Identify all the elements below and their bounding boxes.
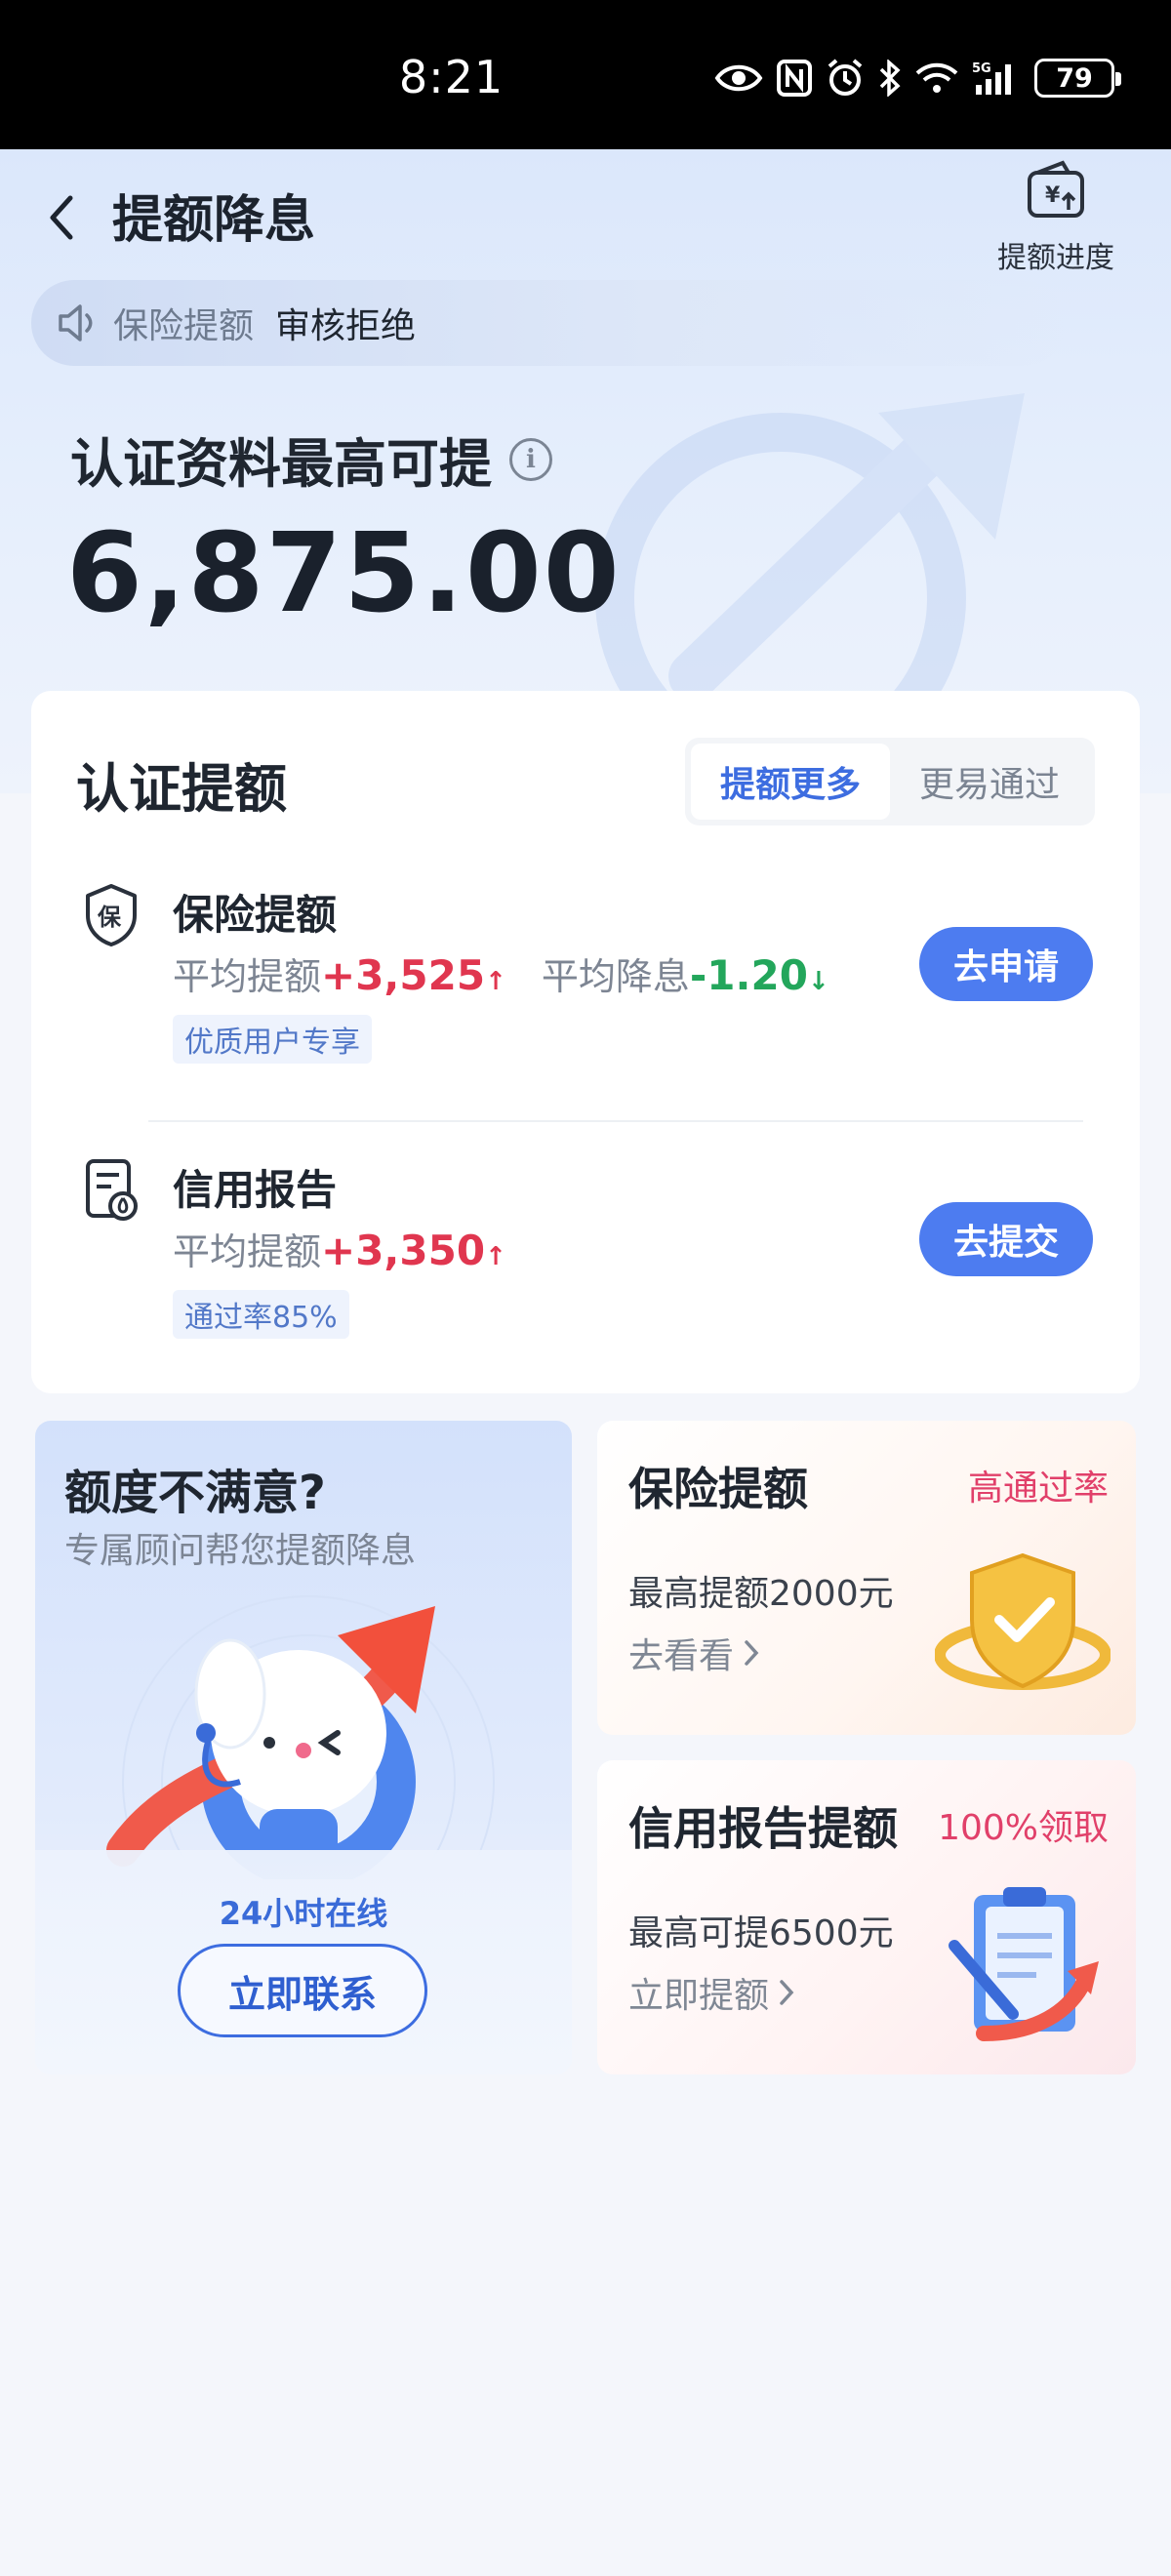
gold-shield-illustration: [935, 1552, 1110, 1690]
tab-more-limit[interactable]: 提额更多: [691, 744, 890, 820]
chevron-right-icon: [745, 1640, 759, 1666]
notice-status: 审核拒绝: [275, 306, 417, 346]
card-title: 保险提额: [628, 1463, 808, 1515]
card-link-text: 立即提额: [628, 1976, 770, 2016]
certify-tab-group: 提额更多 更易通过: [685, 738, 1095, 825]
item-name: 保险提额: [173, 891, 338, 939]
wallet-icon: ¥: [1028, 160, 1084, 218]
arrow-up-icon: ↑: [485, 1242, 506, 1271]
item-tag: 通过率85%: [173, 1290, 349, 1339]
advisor-card[interactable]: 额度不满意? 专属顾问帮您提额降息 24小时在线 立即联系: [35, 1421, 572, 2074]
contact-button[interactable]: 立即联系: [178, 1944, 427, 2037]
speaker-icon: [59, 304, 93, 342]
page-title: 提额降息: [112, 191, 316, 250]
submit-button[interactable]: 去提交: [919, 1202, 1093, 1276]
credit-report-promo-card[interactable]: 信用报告提额 100%领取 最高可提6500元 立即提额: [597, 1760, 1136, 2074]
alarm-icon: [828, 59, 863, 96]
stat1-value: +3,350: [321, 1227, 486, 1274]
status-bar: 8:21 5G 79: [0, 0, 1171, 149]
back-button[interactable]: [47, 188, 86, 247]
card-title: 信用报告提额: [628, 1802, 898, 1855]
card-link[interactable]: 立即提额: [628, 1967, 794, 2018]
eye-icon: [714, 64, 763, 92]
advisor-title: 额度不满意?: [64, 1466, 326, 1520]
back-chevron-icon: [50, 195, 73, 240]
tab-easier-pass[interactable]: 更易通过: [890, 744, 1089, 820]
certify-item-insurance: 保 保险提额 平均提额+3,525↑ 平均降息-1.20↓ 优质用户专享 去申请: [31, 882, 1140, 1077]
chevron-right-icon: [780, 1980, 794, 2005]
arrow-up-icon: ↑: [485, 967, 506, 996]
arrow-down-icon: ↓: [807, 967, 829, 996]
stat1-value: +3,525: [321, 951, 486, 999]
status-icons: 5G 79: [714, 59, 1121, 98]
advisor-subtitle: 专属顾问帮您提额降息: [64, 1531, 417, 1571]
card-badge: 100%领取: [938, 1808, 1109, 1848]
item-tag: 优质用户专享: [173, 1015, 372, 1064]
notice-bar[interactable]: 保险提额 审核拒绝: [31, 280, 1066, 366]
notice-type: 保险提额: [113, 306, 255, 346]
limit-label-text: 认证资料最高可提: [70, 433, 492, 495]
advisor-online-text: 24小时在线: [219, 1895, 388, 1932]
nfc-icon: [777, 60, 812, 97]
battery-indicator: 79: [1034, 59, 1121, 98]
svg-text:¥: ¥: [1045, 183, 1061, 208]
card-link-text: 去看看: [628, 1636, 735, 1676]
progress-label: 提额进度: [997, 241, 1114, 275]
item-name: 信用报告: [173, 1166, 338, 1214]
advisor-mascot-illustration: [106, 1595, 495, 1879]
shield-icon: 保: [86, 884, 137, 946]
clipboard-illustration: [949, 1887, 1099, 2041]
certify-item-credit-report: 信用报告 平均提额+3,350↑ 通过率85% 去提交: [31, 1157, 1140, 1352]
divider: [148, 1120, 1083, 1122]
certify-card: 认证提额 提额更多 更易通过 保 保险提额 平均提额+3,525↑ 平均降息-1.…: [31, 691, 1140, 1393]
card-desc: 最高提额2000元: [628, 1574, 894, 1614]
apply-button[interactable]: 去申请: [919, 927, 1093, 1001]
svg-text:保: 保: [97, 904, 122, 931]
card-desc: 最高可提6500元: [628, 1913, 894, 1953]
bluetooth-icon: [879, 60, 901, 97]
stat1-label: 平均提额: [173, 1230, 322, 1273]
certify-title: 认证提额: [76, 758, 287, 820]
document-icon: [86, 1159, 138, 1221]
wifi-icon: [915, 62, 958, 93]
stat1-label: 平均提额: [173, 955, 322, 998]
info-icon[interactable]: i: [509, 437, 552, 481]
limit-amount: 6,875.00: [66, 510, 622, 637]
item-stats: 平均提额+3,350↑: [173, 1222, 506, 1275]
progress-button[interactable]: ¥ 提额进度: [968, 159, 1144, 276]
signal-icon: 5G: [972, 61, 1011, 95]
svg-text:5G: 5G: [972, 61, 991, 76]
card-link[interactable]: 去看看: [628, 1628, 759, 1678]
item-stats: 平均提额+3,525↑ 平均降息-1.20↓: [173, 946, 829, 1000]
card-badge: 高通过率: [967, 1469, 1109, 1509]
insurance-promo-card[interactable]: 保险提额 高通过率 最高提额2000元 去看看: [597, 1421, 1136, 1735]
stat2-label: 平均降息: [541, 955, 690, 998]
limit-label: 认证资料最高可提 i: [70, 421, 552, 498]
stat2-value: -1.20: [689, 951, 808, 999]
